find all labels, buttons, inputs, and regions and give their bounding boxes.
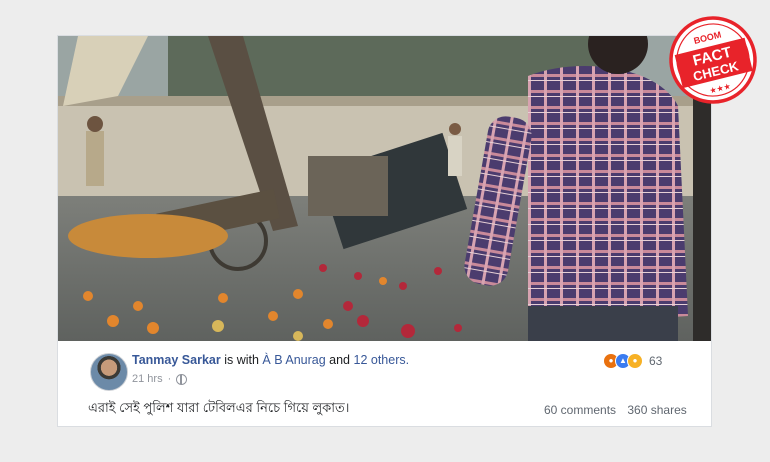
reactions-count: 63	[649, 354, 663, 368]
reactions-summary[interactable]: ● ▲ ● 63	[603, 353, 662, 369]
tagged-person-link[interactable]: À B Anurag	[262, 353, 325, 367]
post-header-line: Tanmay Sarkar is with À B Anurag and 12 …	[132, 353, 409, 367]
street-scene-image	[58, 36, 711, 341]
sad-icon: ●	[627, 353, 643, 369]
post-timestamp[interactable]: 21 hrs	[132, 373, 163, 385]
comments-count-link[interactable]: 60 comments	[544, 403, 616, 417]
globe-icon[interactable]	[176, 373, 188, 385]
others-link[interactable]: 12 others.	[354, 353, 410, 367]
post-video-still[interactable]	[58, 36, 711, 341]
author-name-link[interactable]: Tanmay Sarkar	[132, 353, 221, 367]
facebook-post-card: Tanmay Sarkar is with À B Anurag and 12 …	[58, 36, 711, 426]
and-text: and	[329, 353, 351, 367]
shares-count-link[interactable]: 360 shares	[627, 403, 686, 417]
fact-check-stamp: BOOM FACT CHECK ★★★	[663, 10, 763, 110]
post-meta: 21 hrs ·	[132, 373, 188, 385]
engagement-stats: 60 comments 360 shares	[544, 403, 687, 417]
fact-check-stamp-graphic: BOOM FACT CHECK ★★★	[669, 16, 757, 104]
post-text: এরাই সেই পুলিশ যারা টেবিলএর নিচে গিয়ে ল…	[88, 400, 350, 415]
author-avatar[interactable]	[90, 353, 128, 391]
post-footer: Tanmay Sarkar is with À B Anurag and 12 …	[58, 341, 711, 426]
with-text: is with	[224, 353, 259, 367]
